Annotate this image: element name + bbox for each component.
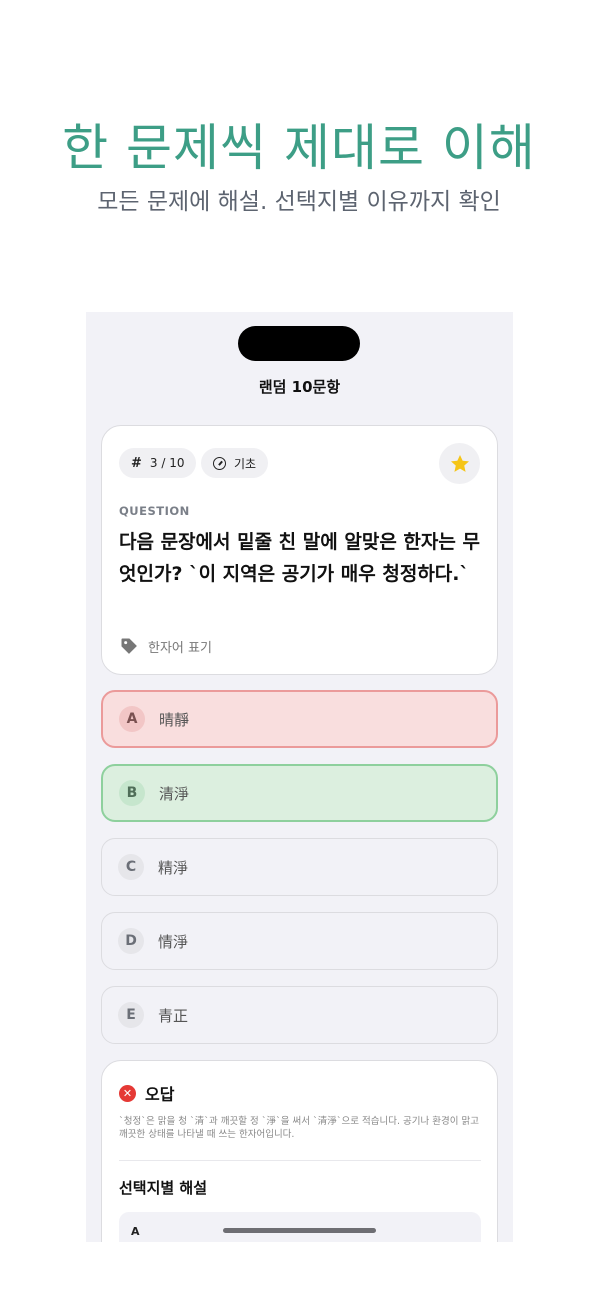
choice-explanation-letter: A (131, 1225, 140, 1238)
wrong-icon: ✕ (119, 1084, 136, 1102)
option-d[interactable]: D 情淨 (101, 912, 498, 970)
difficulty-chip: 기초 (201, 448, 269, 478)
topic-tag: 한자어 표기 (119, 636, 212, 656)
option-b[interactable]: B 清淨 (101, 764, 498, 822)
question-text: 다음 문장에서 밑줄 친 말에 알맞은 한자는 무엇인가? `이 지역은 공기가… (119, 531, 480, 585)
option-letter: D (118, 928, 144, 954)
difficulty-level: 기초 (234, 456, 257, 471)
option-text: 情淨 (158, 932, 189, 951)
explanation-text: `청정`은 맑을 청 `清`과 깨끗할 정 `淨`을 써서 `清淨`으로 적습니… (119, 1116, 479, 1140)
phone-screen: 랜덤 10문항 # 3 / 10 기초 QUESTION 다음 문장에서 밑줄 … (86, 312, 513, 1242)
question-label: QUESTION (119, 504, 190, 518)
gauge-icon (213, 456, 226, 470)
option-text: 青正 (158, 1006, 189, 1025)
option-letter: A (119, 706, 145, 732)
favorite-button[interactable] (439, 443, 480, 484)
promo-subline: 모든 문제에 해설. 선택지별 이유까지 확인 (97, 189, 501, 215)
option-e[interactable]: E 青正 (101, 986, 498, 1044)
topic-tag-label: 한자어 표기 (148, 640, 212, 656)
option-letter: C (118, 854, 144, 880)
option-text: 清淨 (159, 784, 190, 803)
home-indicator (223, 1228, 376, 1233)
star-icon (450, 454, 469, 472)
result-title: 오답 (145, 1085, 175, 1104)
option-text: 晴靜 (159, 710, 190, 729)
choice-explanation-row[interactable]: A (119, 1212, 481, 1242)
question-counter-chip: # 3 / 10 (119, 448, 197, 478)
dynamic-island (238, 326, 360, 361)
divider (119, 1160, 481, 1161)
hash-icon: # (131, 455, 142, 471)
promo-headline: 한 문제씩 제대로 이해 (62, 119, 536, 177)
question-counter: 3 / 10 (149, 456, 185, 470)
answer-card: ✕ 오답 `청정`은 맑을 청 `清`과 깨끗할 정 `淨`을 써서 `清淨`으… (101, 1060, 498, 1242)
option-text: 精淨 (158, 858, 189, 877)
option-letter: B (119, 780, 145, 806)
option-letter: E (118, 1002, 144, 1028)
question-card: # 3 / 10 기초 QUESTION 다음 문장에서 밑줄 친 말에 알맞은… (101, 425, 498, 675)
choice-explanations-title: 선택지별 해설 (119, 1179, 208, 1197)
nav-title: 랜덤 10문항 (258, 378, 341, 396)
option-a[interactable]: A 晴靜 (101, 690, 498, 748)
tag-icon (121, 638, 137, 654)
result-row: ✕ 오답 (119, 1081, 174, 1105)
option-c[interactable]: C 精淨 (101, 838, 498, 896)
